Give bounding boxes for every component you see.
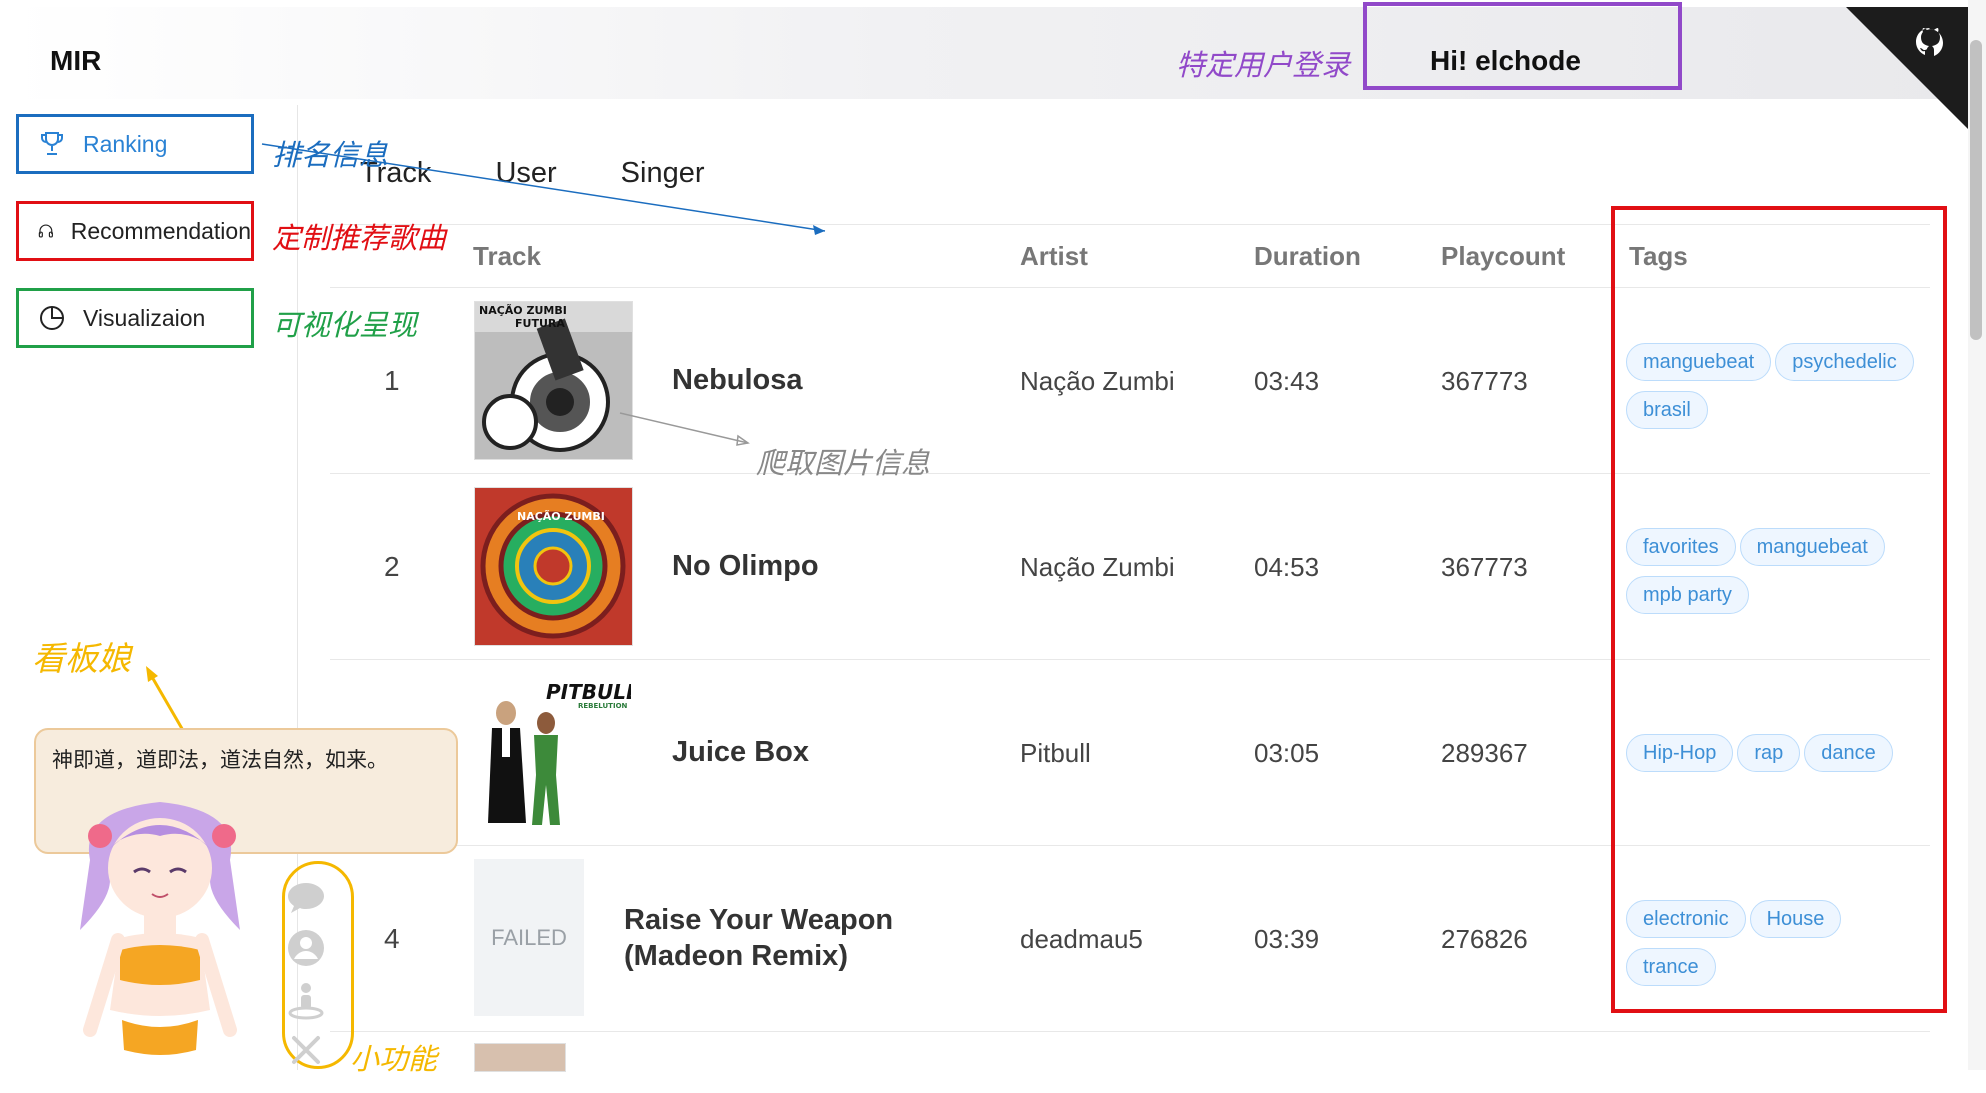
annotation-recommend: 定制推荐歌曲 [272,221,447,255]
annotation-widgets: 小功能 [350,1042,438,1076]
scrollbar-thumb[interactable] [1970,40,1982,340]
arrow-crawl [619,412,749,444]
mascot-character[interactable] [60,790,260,1070]
user-profile-icon[interactable] [286,928,326,968]
close-icon[interactable] [286,1032,326,1068]
annotation-ranking: 排名信息 [272,138,389,172]
chat-icon[interactable] [286,880,326,916]
annotation-crawl: 爬取图片信息 [756,446,931,480]
annotation-login: 特定用户登录 [1176,48,1351,82]
person-icon[interactable] [286,980,326,1020]
annotation-mascot: 看板娘 [32,639,131,678]
mascot-widget-toolbar [286,880,330,1080]
arrow-head [146,666,158,682]
annotation-visual: 可视化呈现 [272,308,418,342]
